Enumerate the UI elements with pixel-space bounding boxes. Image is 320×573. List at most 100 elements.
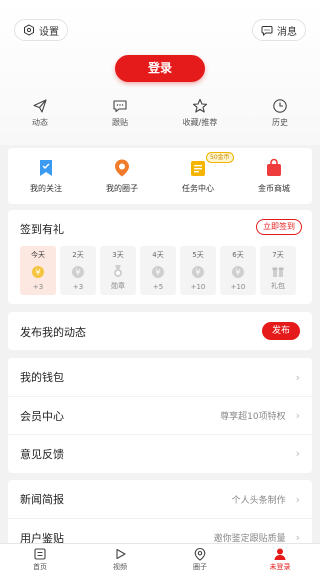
quick-item-favorites[interactable]: 收藏/推荐 [160,98,240,128]
menu-item-label: 新闻简报 [20,493,64,506]
day-label: 3天 [112,251,124,259]
feature-grid: 我的关注 我的圈子 50金币 任务中心 金币商城 [8,148,312,204]
svg-text:¥: ¥ [75,268,80,277]
clock-icon [273,99,287,113]
bottom-tab-bar: 首页 视频 圈子 未登录 [0,543,320,573]
feature-coin-mall[interactable]: 金币商城 [236,148,312,204]
menu-item-value: 个人头条制作 [231,495,286,506]
svg-text:¥: ¥ [35,268,40,277]
post-title: 发布我的动态 [20,326,86,339]
feature-my-circles[interactable]: 我的圈子 [84,148,160,204]
user-icon [274,548,286,560]
day-reward: 勋章 [111,282,125,290]
chevron-right-icon: › [295,492,300,506]
quick-item-label: 收藏/推荐 [182,118,218,127]
coin-icon: ¥ [192,265,204,278]
day-label: 5天 [192,251,204,259]
day-reward: 礼包 [271,282,285,290]
menu-item-feedback[interactable]: 意见反馈 › [8,434,312,472]
home-icon [34,548,46,560]
menu-item-wallet[interactable]: 我的钱包 › [8,358,312,396]
feature-label: 金币商城 [258,184,290,193]
settings-button[interactable]: 设置 [14,19,68,41]
bookmark-icon [40,160,52,176]
menu-item-label: 意见反馈 [20,447,64,461]
tab-label: 视频 [113,563,127,571]
quick-item-label: 跟贴 [112,118,128,127]
menu-item-value: 尊享超10项特权 [220,412,286,422]
quick-links: 动态 跟贴 收藏/推荐 历史 [0,98,320,128]
circle-pin-icon [115,159,129,177]
day-label: 今天 [31,251,45,259]
day-reward: +10 [230,283,246,291]
coin-icon: ¥ [152,265,164,278]
signin-day[interactable]: 6天 ¥ +10 [220,246,256,295]
feature-my-follows[interactable]: 我的关注 [8,148,84,204]
day-label: 4天 [152,251,164,259]
signin-day[interactable]: 今天 ¥ +3 [20,246,56,295]
feature-label: 我的关注 [30,184,62,193]
menu-list-primary: 我的钱包 › 会员中心 尊享超10项特权 › 意见反馈 › [8,358,312,473]
day-label: 7天 [272,251,284,259]
menu-item-label: 我的钱包 [20,371,64,384]
tab-circles[interactable]: 圈子 [160,544,240,573]
day-reward: +5 [152,283,164,291]
profile-header: 设置 消息 登录 动态 跟贴 收藏/推荐 历史 [0,0,320,145]
circle-pin-icon [194,547,206,561]
day-label: 6天 [232,251,244,259]
svg-text:¥: ¥ [195,268,200,277]
signin-day[interactable]: 2天 ¥ +3 [60,246,96,295]
quick-item-dynamics[interactable]: 动态 [0,98,80,128]
feature-label: 任务中心 [182,184,214,193]
login-button[interactable]: 登录 [115,55,205,82]
menu-item-news-brief[interactable]: 新闻简报 个人头条制作 › [8,480,312,518]
signin-days: 今天 ¥ +3 2天 ¥ +3 3天 勋章 4天 ¥ +5 5天 ¥ +10 6… [20,246,300,295]
menu-item-membership[interactable]: 会员中心 尊享超10项特权 › [8,396,312,434]
gift-box-icon [272,267,284,277]
paper-plane-icon [33,99,47,113]
publish-button[interactable]: 发布 [262,322,300,340]
signin-day[interactable]: 7天 礼包 [260,246,296,295]
day-reward: +3 [72,283,84,291]
menu-item-label: 会员中心 [20,409,64,423]
shopping-bag-icon [267,158,281,176]
chat-bubble-icon [261,26,273,36]
quick-item-label: 动态 [32,118,48,127]
quick-item-history[interactable]: 历史 [240,98,320,128]
quick-item-replies[interactable]: 跟贴 [80,98,160,128]
post-card: 发布我的动态 发布 [8,312,312,350]
day-label: 2天 [72,251,84,259]
messages-button[interactable]: 消息 [252,19,306,41]
chevron-right-icon: › [295,447,300,460]
signin-now-button[interactable]: 立即签到 [256,219,302,235]
settings-hexagon-icon [24,24,34,36]
star-icon [192,98,208,113]
comment-icon [113,100,127,113]
tab-home[interactable]: 首页 [0,544,80,573]
messages-label: 消息 [277,26,297,38]
chevron-right-icon: › [295,409,300,422]
quick-item-label: 历史 [272,118,288,127]
svg-text:¥: ¥ [155,268,160,277]
task-list-icon [191,161,205,176]
signin-day[interactable]: 4天 ¥ +5 [140,246,176,295]
tab-video[interactable]: 视频 [80,544,160,573]
medal-icon [114,264,122,277]
chevron-right-icon: › [295,370,300,384]
coin-badge: 50金币 [206,152,234,163]
settings-label: 设置 [39,26,59,38]
menu-list-secondary: 新闻简报 个人头条制作 › 用户鉴贴 邀你鉴定跟贴质量 › [8,480,312,550]
tab-label: 未登录 [269,563,291,571]
tab-label: 圈子 [193,563,207,571]
svg-text:¥: ¥ [235,268,240,277]
tab-label: 首页 [33,563,47,571]
feature-label: 我的圈子 [106,184,138,193]
signin-day[interactable]: 5天 ¥ +10 [180,246,216,295]
feature-task-center[interactable]: 50金币 任务中心 [160,148,236,204]
signin-day[interactable]: 3天 勋章 [100,246,136,295]
tab-profile[interactable]: 未登录 [240,544,320,573]
signin-title: 签到有礼 [20,223,64,236]
day-reward: +3 [32,283,44,291]
coin-icon: ¥ [32,265,44,278]
day-reward: +10 [190,283,206,291]
